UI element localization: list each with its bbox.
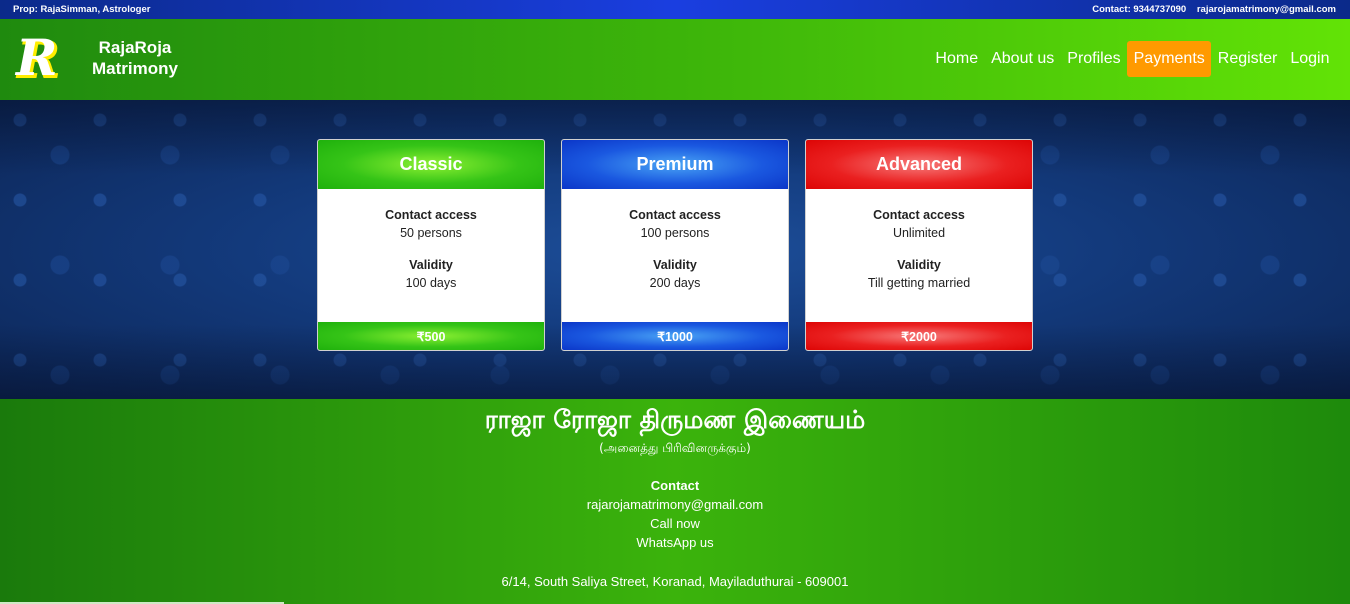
validity-value: 200 days [649, 276, 701, 290]
validity-label: Validity [897, 258, 941, 272]
nav-home[interactable]: Home [929, 41, 985, 77]
validity-value: Till getting married [867, 276, 971, 290]
nav-login[interactable]: Login [1284, 41, 1336, 77]
contact-access-value: Unlimited [892, 226, 946, 240]
navbar: R R RajaRoja Matrimony Home About us Pro… [0, 19, 1350, 100]
footer-title: ராஜா ரோஜா திருமண இணையம் [484, 405, 866, 434]
brand-logo-icon[interactable]: R R [14, 31, 72, 87]
brand-line-1: RajaRoja [98, 38, 172, 57]
contact-access-value: 100 persons [640, 226, 710, 240]
svg-text:R: R [14, 31, 58, 87]
nav-payments[interactable]: Payments [1127, 41, 1212, 77]
validity-label: Validity [653, 258, 697, 272]
footer-call-link[interactable]: Call now [0, 516, 1350, 531]
top-contact-phone: Contact: 9344737090 [1092, 4, 1187, 15]
brand-line-2: Matrimony [92, 59, 178, 78]
footer-whatsapp-link[interactable]: WhatsApp us [0, 535, 1350, 550]
plan-price-button[interactable]: ₹500 [318, 322, 544, 350]
footer-email-link[interactable]: rajarojamatrimony@gmail.com [0, 497, 1350, 512]
top-contact-group: Contact: 9344737090 rajarojamatrimony@gm… [1084, 4, 1336, 15]
plan-card-classic: Classic Contact access 50 persons Validi… [317, 139, 545, 351]
plan-price-button[interactable]: ₹2000 [806, 322, 1032, 350]
contact-access-label: Contact access [873, 208, 965, 222]
contact-access-value: 50 persons [400, 226, 462, 240]
contact-access-label: Contact access [629, 208, 721, 222]
plan-title: Advanced [806, 140, 1032, 189]
nav-about-us[interactable]: About us [985, 41, 1061, 77]
validity-value: 100 days [405, 276, 457, 290]
plan-title: Premium [562, 140, 788, 189]
plan-price-button[interactable]: ₹1000 [562, 322, 788, 350]
footer: ராஜா ரோஜா திருமண இணையம் (அனைத்து பிரிவின… [0, 399, 1350, 604]
footer-contact-heading: Contact [650, 478, 700, 493]
top-contact-email[interactable]: rajarojamatrimony@gmail.com [1197, 4, 1336, 15]
top-info-bar: Prop: RajaSimman, Astrologer Contact: 93… [0, 0, 1350, 19]
footer-subtitle: (அனைத்து பிரிவினருக்கும்) [599, 441, 751, 455]
nav-register[interactable]: Register [1211, 41, 1284, 77]
contact-access-label: Contact access [385, 208, 477, 222]
plan-title: Classic [318, 140, 544, 189]
plan-details: Contact access Unlimited Validity Till g… [806, 189, 1032, 323]
plan-details: Contact access 50 persons Validity 100 d… [318, 189, 544, 323]
plans-section: Classic Contact access 50 persons Validi… [0, 100, 1350, 399]
proprietor-text: Prop: RajaSimman, Astrologer [13, 4, 151, 15]
nav-profiles[interactable]: Profiles [1061, 41, 1127, 77]
brand-name[interactable]: RajaRoja Matrimony [80, 37, 190, 79]
plan-card-advanced: Advanced Contact access Unlimited Validi… [805, 139, 1033, 351]
plan-details: Contact access 100 persons Validity 200 … [562, 189, 788, 323]
main-nav: Home About us Profiles Payments Register… [929, 41, 1336, 77]
plan-card-premium: Premium Contact access 100 persons Valid… [561, 139, 789, 351]
footer-address: 6/14, South Saliya Street, Koranad, Mayi… [501, 574, 849, 589]
validity-label: Validity [409, 258, 453, 272]
